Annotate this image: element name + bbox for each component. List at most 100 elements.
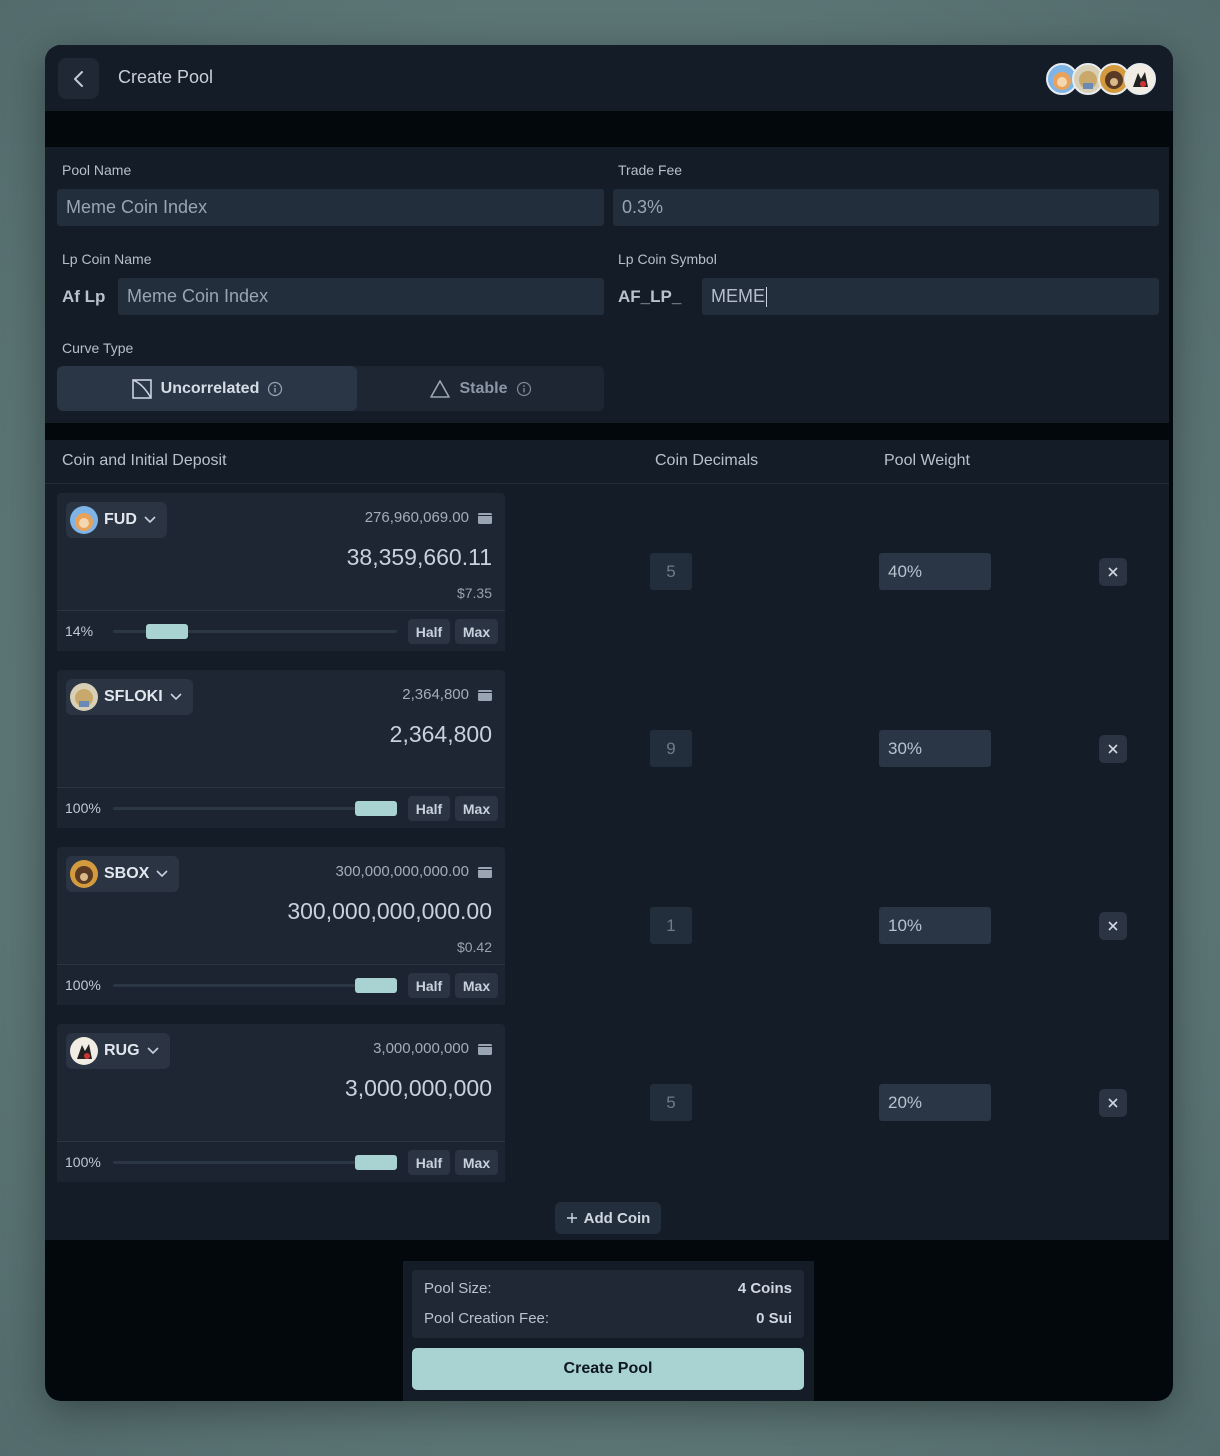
curve-option-uncorrelated[interactable]: Uncorrelated xyxy=(57,366,357,411)
wallet-balance: 3,000,000,000 xyxy=(373,1040,493,1057)
coin-avatar-stack xyxy=(1046,63,1156,95)
max-button[interactable]: Max xyxy=(455,973,498,998)
info-icon[interactable] xyxy=(516,381,532,397)
trade-fee-input[interactable]: 0.3% xyxy=(613,189,1159,226)
pool-name-input[interactable]: Meme Coin Index xyxy=(57,189,604,226)
sbox-coin-icon xyxy=(70,860,98,888)
usd-value: $7.35 xyxy=(456,585,492,601)
lp-coin-symbol-label: Lp Coin Symbol xyxy=(618,251,717,267)
lp-coin-symbol-input[interactable]: MEME xyxy=(702,278,1159,315)
coin-card-sfloki: SFLOKI 2,364,800 2,364,800 100% Half Max xyxy=(57,670,505,828)
slider-thumb[interactable] xyxy=(355,801,397,816)
deposit-controls: 100% Half Max xyxy=(57,787,505,828)
deposit-slider[interactable] xyxy=(113,801,397,816)
plus-icon xyxy=(566,1213,577,1223)
pool-size-row: Pool Size: 4 Coins xyxy=(424,1280,792,1297)
wallet-balance: 2,364,800 xyxy=(402,686,493,703)
pool-weight-input[interactable]: 10% xyxy=(879,907,991,944)
create-pool-window: Create Pool Pool Name Meme Coin Index Tr… xyxy=(45,45,1173,1401)
coin-selector[interactable]: SFLOKI xyxy=(66,679,193,715)
deposit-amount-input[interactable]: 2,364,800 xyxy=(390,721,492,748)
coin-decimals-field[interactable]: 5 xyxy=(650,1084,692,1121)
slider-thumb[interactable] xyxy=(355,1155,397,1170)
half-button[interactable]: Half xyxy=(408,1150,450,1175)
pool-weight-input[interactable]: 40% xyxy=(879,553,991,590)
triangle-icon xyxy=(430,379,451,398)
close-icon xyxy=(1108,744,1118,754)
curve-option-label: Stable xyxy=(459,379,508,397)
remove-coin-button[interactable] xyxy=(1099,735,1127,763)
deposit-percent: 14% xyxy=(65,623,94,639)
max-button[interactable]: Max xyxy=(455,1150,498,1175)
deposit-slider[interactable] xyxy=(113,1155,397,1170)
coin-symbol: SBOX xyxy=(104,865,150,882)
deposit-amount-input[interactable]: 3,000,000,000 xyxy=(345,1075,492,1102)
deposit-slider[interactable] xyxy=(113,624,397,639)
coin-decimals-field[interactable]: 1 xyxy=(650,907,692,944)
lp-coin-name-input[interactable]: Meme Coin Index xyxy=(118,278,604,315)
deposit-amount-input[interactable]: 38,359,660.11 xyxy=(347,544,492,571)
max-button[interactable]: Max xyxy=(455,796,498,821)
wallet-icon xyxy=(478,689,492,701)
deposit-percent: 100% xyxy=(65,977,101,993)
coin-selector[interactable]: SBOX xyxy=(66,856,180,892)
half-button[interactable]: Half xyxy=(408,973,450,998)
balance-value: 2,364,800 xyxy=(402,686,469,703)
lp-coin-symbol-prefix: AF_LP_ xyxy=(618,287,682,306)
curve-option-stable[interactable]: Stable xyxy=(357,366,604,411)
curve-type-label: Curve Type xyxy=(62,340,134,356)
slider-thumb[interactable] xyxy=(355,978,397,993)
chevron-down-icon xyxy=(146,1047,159,1055)
text-caret xyxy=(766,286,767,307)
pool-summary: Pool Size: 4 Coins Pool Creation Fee: 0 … xyxy=(403,1261,814,1401)
pool-name-value: Meme Coin Index xyxy=(66,197,208,217)
sfloki-coin-icon xyxy=(70,683,98,711)
deposit-controls: 100% Half Max xyxy=(57,1141,505,1182)
lp-coin-name-value: Meme Coin Index xyxy=(127,286,269,306)
coin-column-header: Coin and Initial Deposit xyxy=(62,452,227,469)
coin-decimals-field[interactable]: 5 xyxy=(650,553,692,590)
coins-panel: Coin and Initial Deposit Coin Decimals P… xyxy=(45,440,1169,1240)
coin-symbol: SFLOKI xyxy=(104,688,163,705)
create-pool-button[interactable]: Create Pool xyxy=(412,1348,804,1390)
add-coin-button[interactable]: Add Coin xyxy=(555,1202,661,1234)
back-button[interactable] xyxy=(58,58,99,99)
close-icon xyxy=(1108,921,1118,931)
curve-type-toggle: Uncorrelated Stable xyxy=(57,366,604,411)
usd-value: $0.42 xyxy=(456,939,492,955)
wallet-balance: 276,960,069.00 xyxy=(365,509,493,526)
coin-selector[interactable]: RUG xyxy=(66,1033,170,1069)
info-icon[interactable] xyxy=(267,381,283,397)
close-icon xyxy=(1108,567,1118,577)
pool-settings-panel: Pool Name Meme Coin Index Trade Fee 0.3%… xyxy=(45,147,1169,423)
coin-selector[interactable]: FUD xyxy=(66,502,167,538)
coin-card-sbox: SBOX 300,000,000,000.00 300,000,000,000.… xyxy=(57,847,505,1005)
slider-thumb[interactable] xyxy=(146,624,188,639)
deposit-percent: 100% xyxy=(65,1154,101,1170)
half-button[interactable]: Half xyxy=(408,619,450,644)
deposit-amount-input[interactable]: 300,000,000,000.00 xyxy=(287,898,492,925)
remove-coin-button[interactable] xyxy=(1099,1089,1127,1117)
close-icon xyxy=(1108,1098,1118,1108)
pool-size-label: Pool Size: xyxy=(424,1280,492,1297)
deposit-slider[interactable] xyxy=(113,978,397,993)
deposit-percent: 100% xyxy=(65,800,101,816)
pool-weight-input[interactable]: 20% xyxy=(879,1084,991,1121)
max-button[interactable]: Max xyxy=(455,619,498,644)
weight-column-header: Pool Weight xyxy=(884,452,970,469)
coin-symbol: FUD xyxy=(104,511,137,528)
pool-name-label: Pool Name xyxy=(62,162,132,178)
pool-weight-input[interactable]: 30% xyxy=(879,730,991,767)
remove-coin-button[interactable] xyxy=(1099,912,1127,940)
half-button[interactable]: Half xyxy=(408,796,450,821)
coin-decimals-field[interactable]: 9 xyxy=(650,730,692,767)
remove-coin-button[interactable] xyxy=(1099,558,1127,586)
lp-coin-name-label: Lp Coin Name xyxy=(62,251,152,267)
chevron-down-icon xyxy=(144,516,156,524)
add-coin-label: Add Coin xyxy=(583,1209,651,1227)
decimals-column-header: Coin Decimals xyxy=(655,452,759,469)
title-bar: Create Pool xyxy=(45,45,1173,111)
coin-card-fud: FUD 276,960,069.00 38,359,660.11 $7.35 1… xyxy=(57,493,505,651)
creation-fee-label: Pool Creation Fee: xyxy=(424,1310,550,1327)
lp-coin-name-prefix: Af Lp xyxy=(62,287,106,306)
